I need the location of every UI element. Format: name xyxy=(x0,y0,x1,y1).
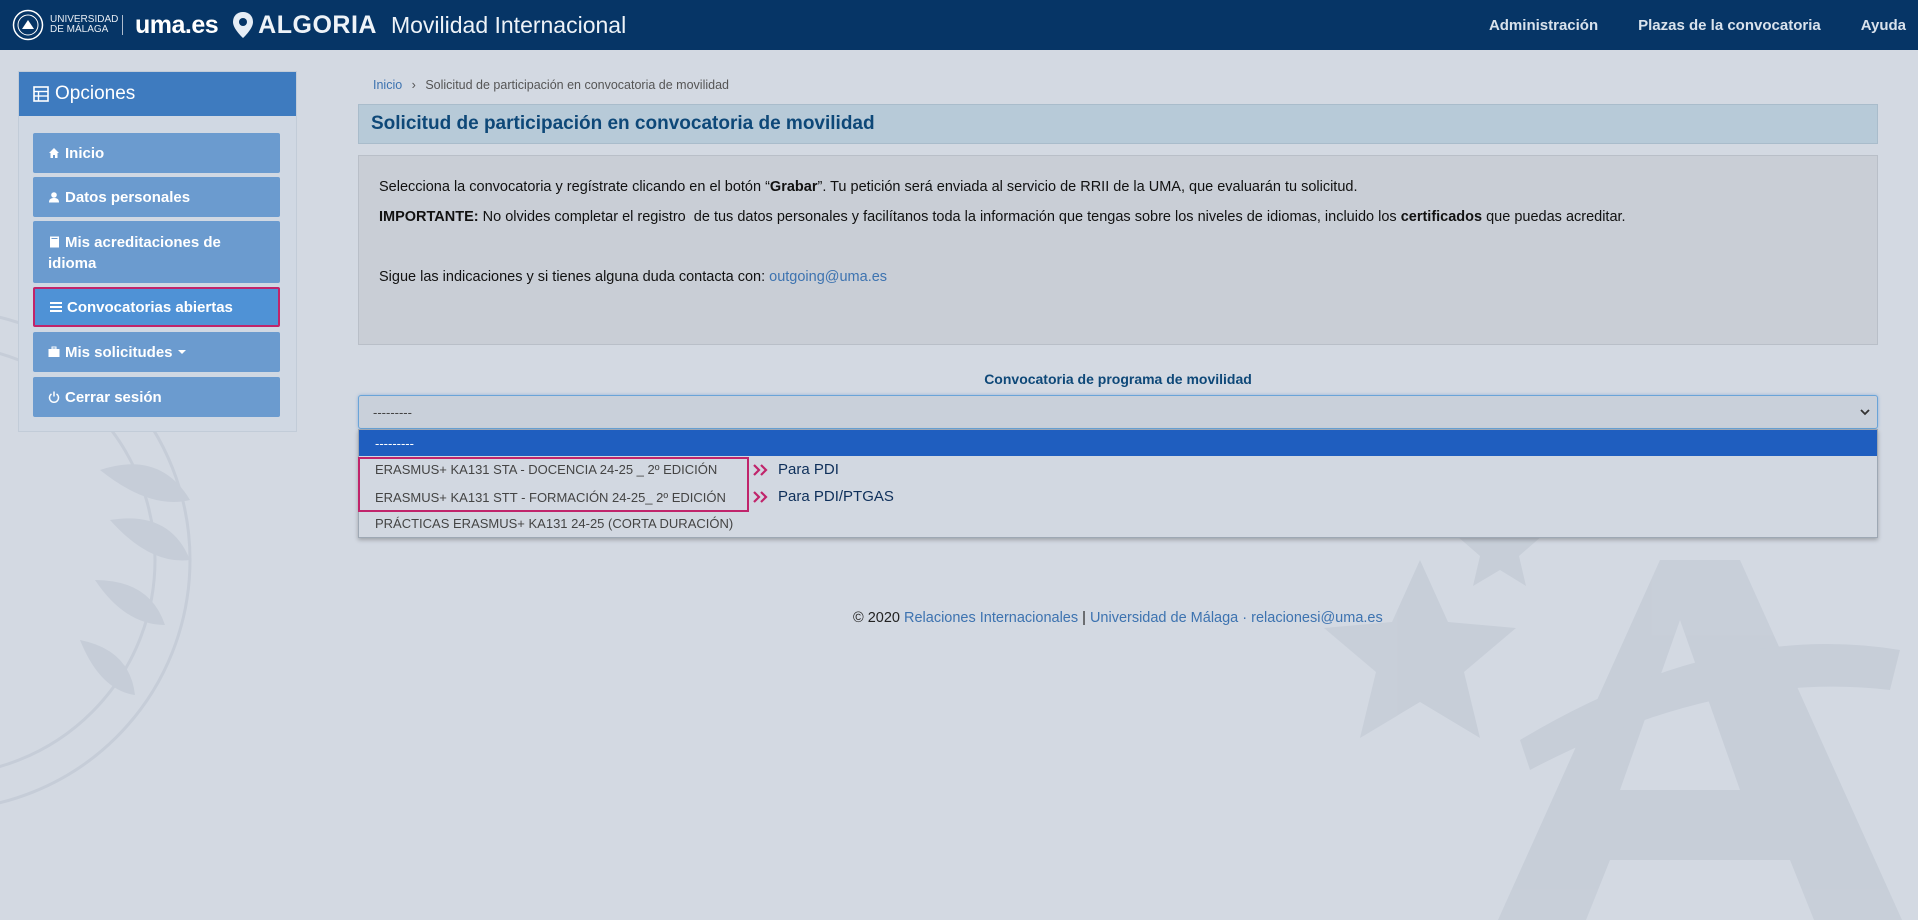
sidebar-item-mis-solicitudes[interactable]: Mis solicitudes xyxy=(33,332,280,372)
sidebar-item-label: Mis acreditaciones de idioma xyxy=(48,232,265,274)
sidebar-item-acreditaciones[interactable]: Mis acreditaciones de idioma xyxy=(33,221,280,283)
info-p2-text: No olvides completar el registro de tus … xyxy=(478,209,1401,225)
info-paragraph-3: Sigue las indicaciones y si tienes algun… xyxy=(379,266,1857,288)
home-icon xyxy=(48,147,60,159)
university-line2: DE MÁLAGA xyxy=(50,24,109,35)
sidebar-item-convocatorias[interactable]: Convocatorias abiertas xyxy=(33,287,280,327)
page-title: Solicitud de participación en convocator… xyxy=(371,113,875,134)
info-important-label: IMPORTANTE: xyxy=(379,209,479,225)
sidebar-item-label: Convocatorias abiertas xyxy=(67,298,233,316)
sidebar-item-label: Datos personales xyxy=(65,188,191,206)
info-paragraph-2: IMPORTANTE: No olvides completar el regi… xyxy=(379,206,1857,228)
annotation-para-pdi-ptgas: Para PDI/PTGAS xyxy=(752,488,894,505)
contact-email-link[interactable]: outgoing@uma.es xyxy=(769,269,887,285)
nav-administracion[interactable]: Administración xyxy=(1489,17,1598,34)
breadcrumb: Inicio › Solicitud de participación en c… xyxy=(373,78,729,92)
footer-link-universidad[interactable]: Universidad de Málaga xyxy=(1090,610,1238,626)
sidebar-header: Opciones xyxy=(19,72,296,116)
footer-dot: · xyxy=(1238,610,1252,626)
nav-ayuda[interactable]: Ayuda xyxy=(1861,17,1906,34)
algoria-logo[interactable]: ALGORIA xyxy=(258,11,377,40)
location-pin-icon xyxy=(233,12,254,38)
info-p2-after: que puedas acreditar. xyxy=(1482,209,1626,225)
sidebar-item-label: Inicio xyxy=(65,144,105,162)
convocatoria-select[interactable]: --------- xyxy=(358,395,1878,429)
sidebar-item-inicio[interactable]: Inicio xyxy=(33,133,280,173)
footer: © 2020 Relaciones Internacionales | Univ… xyxy=(0,610,1918,626)
sidebar-item-label: Cerrar sesión xyxy=(65,388,162,406)
select-option[interactable]: PRÁCTICAS ERASMUS+ KA131 24-25 (CORTA DU… xyxy=(359,510,1877,536)
sidebar-title: Opciones xyxy=(55,83,136,104)
sidebar-item-datos-personales[interactable]: Datos personales xyxy=(33,177,280,217)
breadcrumb-current: Solicitud de participación en convocator… xyxy=(425,78,729,92)
user-icon xyxy=(48,191,60,203)
select-value: --------- xyxy=(373,404,412,420)
select-label: Convocatoria de programa de movilidad xyxy=(984,371,1252,387)
footer-separator: | xyxy=(1078,610,1090,626)
footer-copyright: © 2020 xyxy=(853,610,904,626)
select-option[interactable]: --------- xyxy=(359,430,1877,456)
annotation-text: Para PDI/PTGAS xyxy=(778,488,894,505)
sidebar: Opciones Inicio Datos personales Mis acr… xyxy=(18,71,297,432)
info-panel: Selecciona la convocatoria y regístrate … xyxy=(358,155,1878,345)
brand-separator xyxy=(122,15,123,35)
info-p1-after: ”. Tu petición será enviada al servicio … xyxy=(817,179,1358,195)
double-chevron-right-icon xyxy=(753,463,768,476)
info-p1-before: Selecciona la convocatoria y regístrate … xyxy=(379,179,770,195)
chevron-right-icon: › xyxy=(411,78,416,92)
annotation-para-pdi: Para PDI xyxy=(752,461,839,478)
nav-plazas[interactable]: Plazas de la convocatoria xyxy=(1638,17,1821,34)
footer-email-link[interactable]: relacionesi@uma.es xyxy=(1251,610,1383,626)
app-title: Movilidad Internacional xyxy=(390,11,627,38)
sidebar-item-label: Mis solicitudes xyxy=(65,343,173,361)
page-title-bar: Solicitud de participación en convocator… xyxy=(358,104,1878,144)
double-chevron-right-icon xyxy=(753,490,768,503)
table-icon xyxy=(33,86,49,102)
info-p1-bold: Grabar xyxy=(769,179,818,195)
list-icon xyxy=(50,301,62,313)
chevron-down-icon xyxy=(1860,409,1870,416)
caret-down-icon xyxy=(177,350,186,354)
briefcase-icon xyxy=(48,346,60,358)
book-icon xyxy=(48,236,60,248)
footer-link-relaciones[interactable]: Relaciones Internacionales xyxy=(904,610,1078,626)
info-paragraph-1: Selecciona la convocatoria y regístrate … xyxy=(379,176,1857,198)
info-p3-text: Sigue las indicaciones y si tienes algun… xyxy=(379,269,770,285)
uma-logo[interactable]: uma.es xyxy=(135,11,219,40)
annotation-text: Para PDI xyxy=(778,461,839,478)
options-highlight-box xyxy=(358,457,749,512)
breadcrumb-home[interactable]: Inicio xyxy=(373,78,402,92)
brand: UNIVERSIDAD DE MÁLAGA uma.es ALGORIA Mov… xyxy=(0,0,626,50)
university-seal-icon xyxy=(12,9,44,41)
power-icon xyxy=(48,391,60,403)
nav-links: Administración Plazas de la convocatoria… xyxy=(1489,0,1918,50)
acreditaciones-text: Mis acreditaciones de idioma xyxy=(48,234,221,272)
top-navbar: UNIVERSIDAD DE MÁLAGA uma.es ALGORIA Mov… xyxy=(0,0,1918,50)
info-p2-bold: certificados xyxy=(1400,209,1483,225)
sidebar-item-cerrar-sesion[interactable]: Cerrar sesión xyxy=(33,377,280,417)
university-name: UNIVERSIDAD DE MÁLAGA xyxy=(50,15,118,35)
